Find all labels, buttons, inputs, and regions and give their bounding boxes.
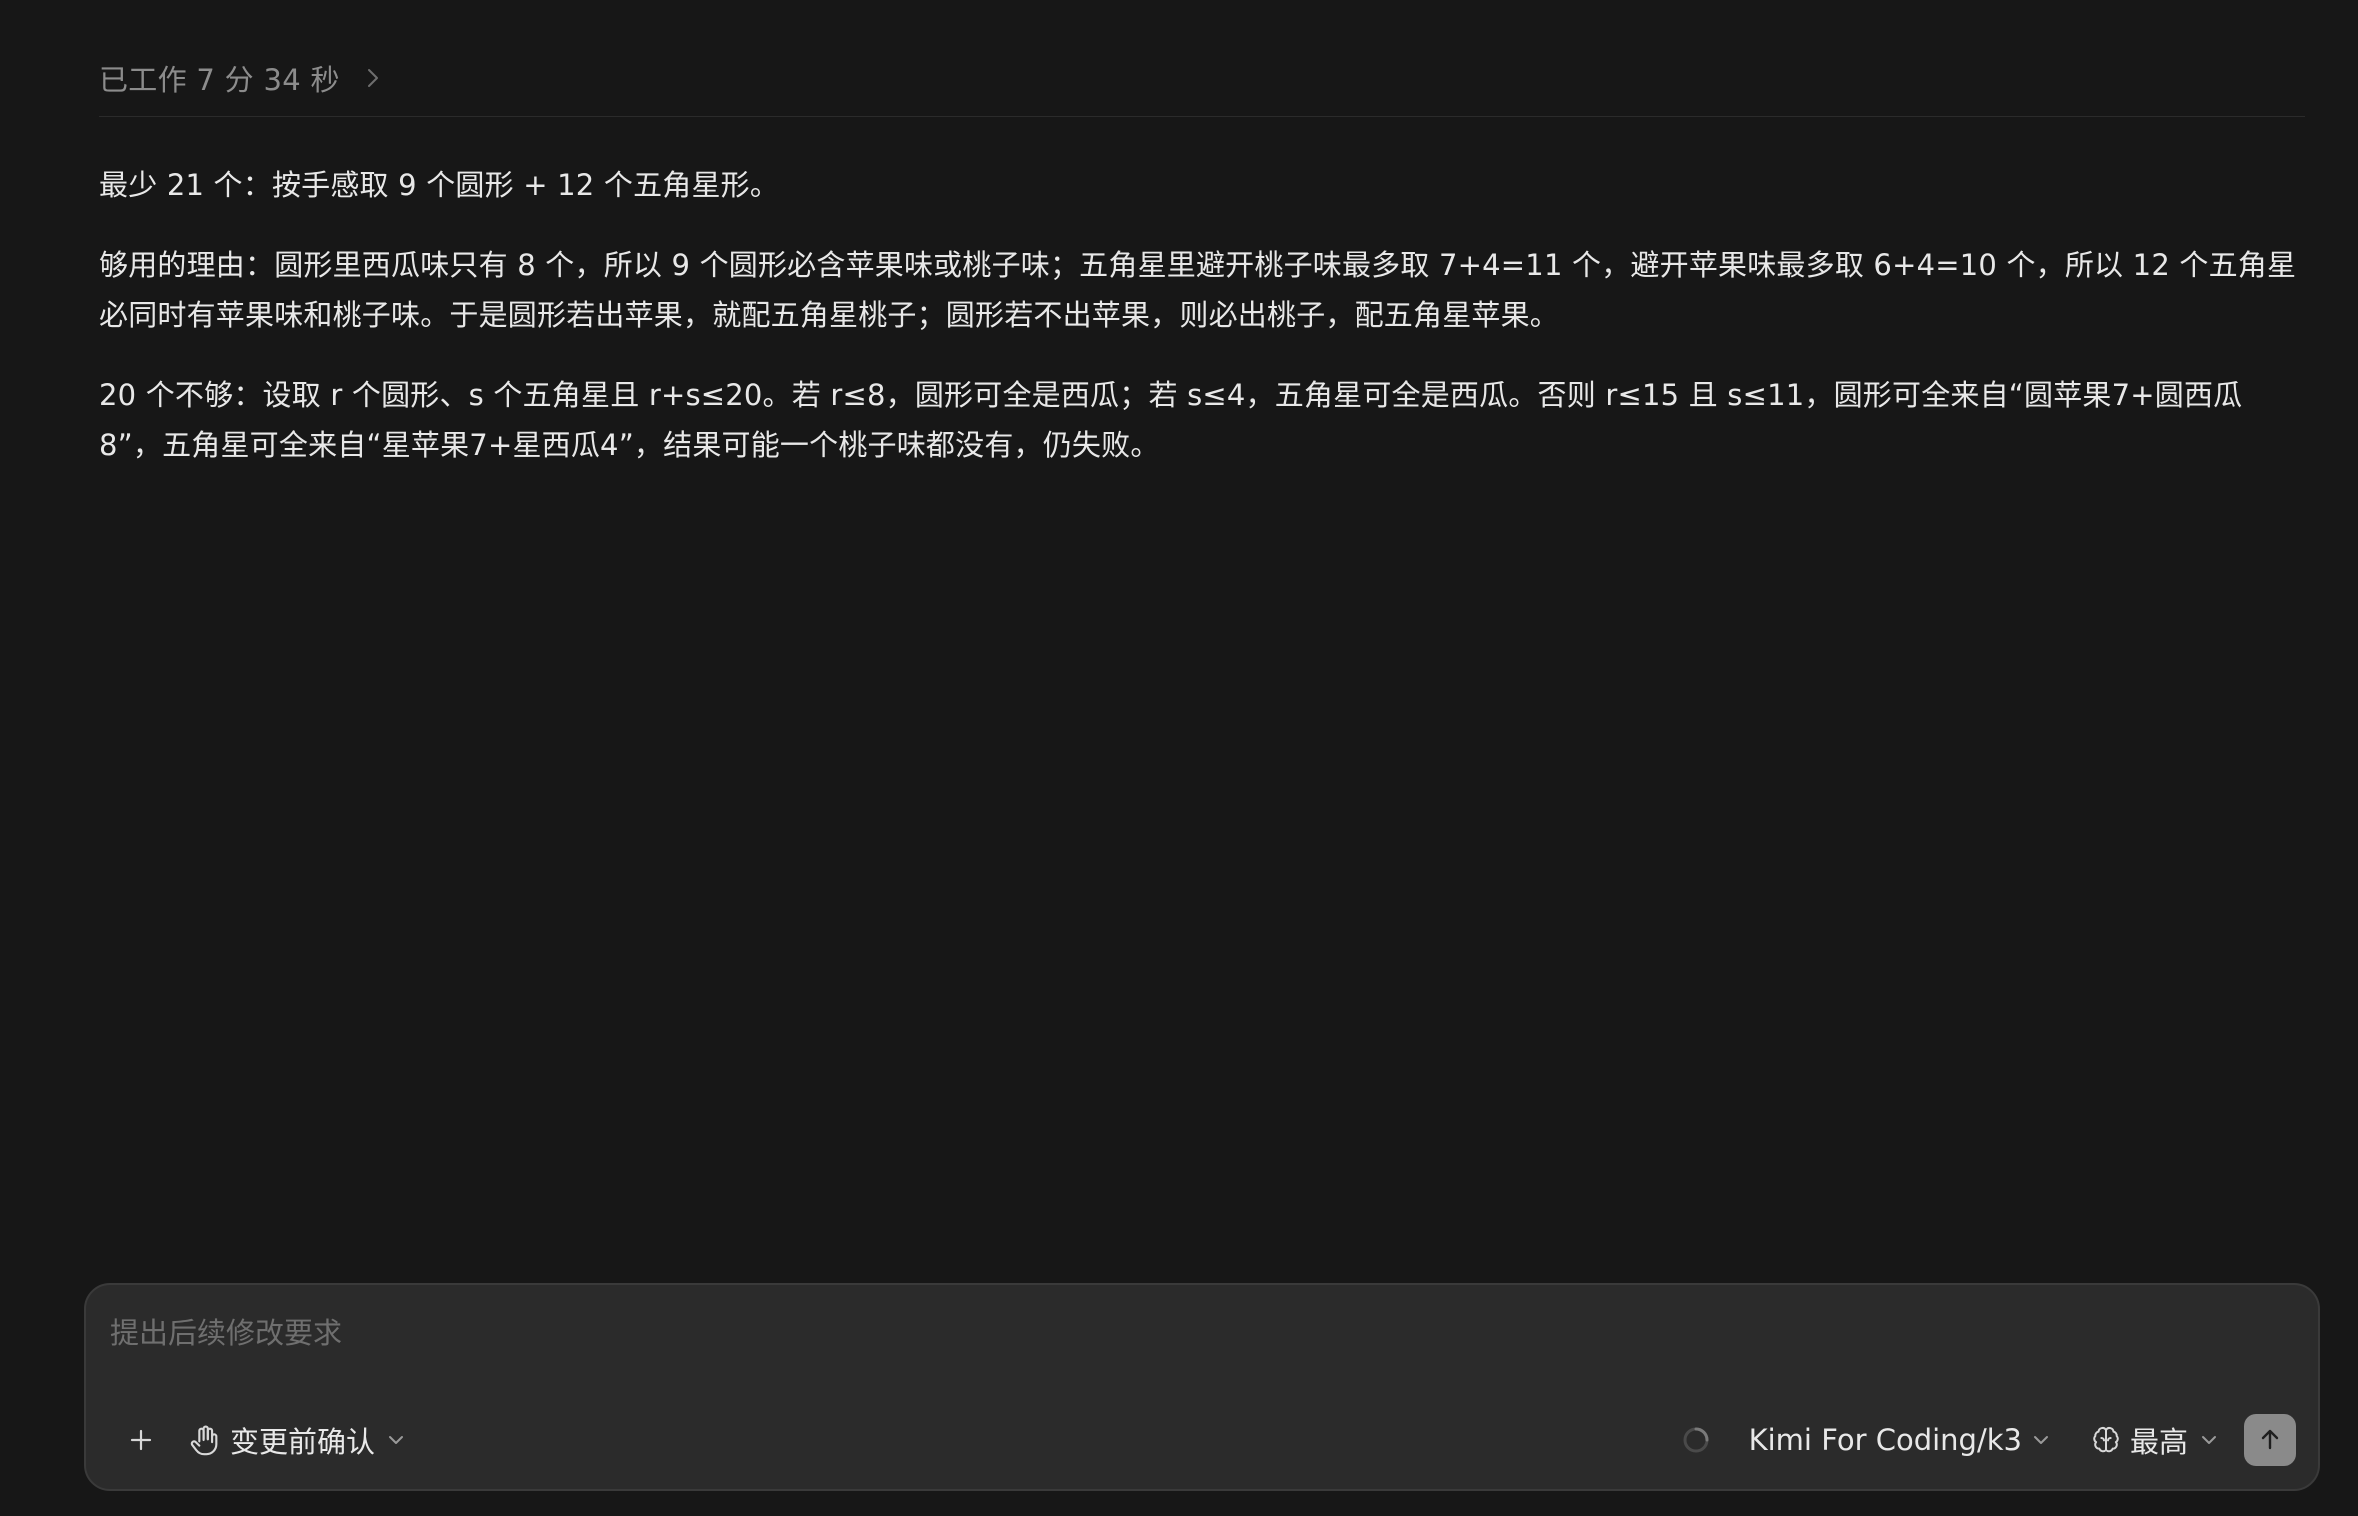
composer-toolbar-right: Kimi For Coding/k3 最高 xyxy=(1681,1413,2296,1467)
message-paragraph: 够用的理由：圆形里西瓜味只有 8 个，所以 9 个圆形必含苹果味或桃子味；五角星… xyxy=(99,248,2297,332)
arrow-up-icon xyxy=(2257,1427,2283,1453)
model-dropdown[interactable]: Kimi For Coding/k3 xyxy=(1749,1423,2050,1457)
model-label: Kimi For Coding/k3 xyxy=(1748,1423,2022,1457)
worked-time-label: 已工作 7 分 34 秒 xyxy=(99,63,340,97)
assistant-message: 最少 21 个：按手感取 9 个圆形 + 12 个五角星形。 够用的理由：圆形里… xyxy=(99,160,2304,500)
worked-time-toggle[interactable]: 已工作 7 分 34 秒 xyxy=(99,54,384,102)
header-divider xyxy=(99,116,2305,117)
reasoning-effort-dropdown[interactable]: 最高 xyxy=(2090,1419,2218,1461)
hand-icon xyxy=(188,1423,222,1457)
chevron-right-icon xyxy=(362,67,384,89)
message-paragraph: 20 个不够：设取 r 个圆形、s 个五角星且 r+s≤20。若 r≤8，圆形可… xyxy=(99,378,2243,462)
composer: 变更前确认 Kimi For Coding/k3 xyxy=(84,1283,2320,1491)
composer-toolbar-left: 变更前确认 xyxy=(120,1413,405,1467)
brain-icon xyxy=(2090,1424,2122,1456)
chevron-down-icon xyxy=(2200,1434,2218,1446)
follow-up-input[interactable] xyxy=(108,1307,2292,1359)
chat-page: 已工作 7 分 34 秒 最少 21 个：按手感取 9 个圆形 + 12 个五角… xyxy=(0,0,2358,1516)
plus-icon xyxy=(128,1427,154,1453)
chevron-down-icon xyxy=(2032,1434,2050,1446)
message-paragraph: 最少 21 个：按手感取 9 个圆形 + 12 个五角星形。 xyxy=(99,168,780,202)
reasoning-effort-label: 最高 xyxy=(2129,1425,2188,1459)
spinner-icon xyxy=(1681,1425,1711,1455)
add-button[interactable] xyxy=(120,1419,162,1461)
chevron-down-icon xyxy=(387,1434,405,1446)
approval-mode-label: 变更前确认 xyxy=(230,1425,376,1459)
send-button[interactable] xyxy=(2244,1414,2296,1466)
approval-mode-dropdown[interactable]: 变更前确认 xyxy=(188,1419,405,1461)
